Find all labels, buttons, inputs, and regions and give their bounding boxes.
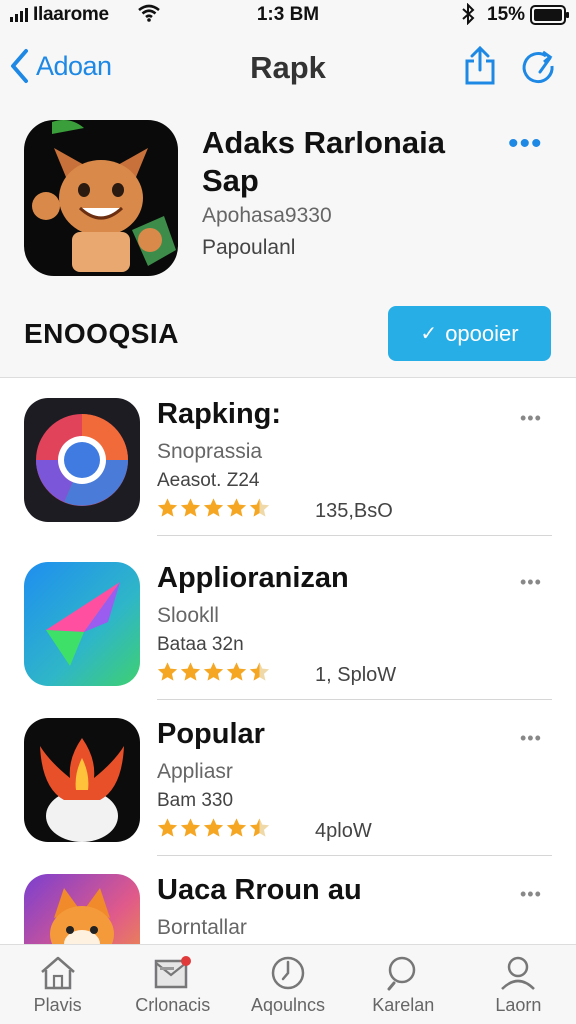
app-icon [24, 398, 140, 522]
clock-icon [271, 956, 305, 990]
more-options-icon[interactable]: ••• [520, 408, 542, 429]
tab-label: Aqoulncs [250, 995, 326, 1015]
tab-label: Karelan [372, 995, 435, 1015]
tab-label: Crlonacis [135, 995, 211, 1015]
featured-app-category: Papoulanl [202, 236, 296, 259]
star-icon [180, 662, 201, 681]
tab-karelan[interactable]: Karelan [346, 945, 461, 1024]
app-subtitle: Snoprassia [157, 440, 263, 463]
star-icon [157, 662, 178, 681]
star-icon [203, 818, 224, 837]
tab-label: Plavis [33, 995, 82, 1015]
more-options-icon[interactable]: ••• [508, 129, 543, 159]
star-icon [157, 818, 178, 837]
battery-icon [530, 5, 569, 25]
featured-app-subtitle: Apohasa9330 [202, 204, 332, 227]
app-detail: Bataa 32n [157, 634, 244, 655]
list-item[interactable]: Applioranizan Slookll Bataa 32n 1, SploW… [0, 544, 576, 700]
more-options-icon[interactable]: ••• [520, 572, 542, 593]
app-name: Uaca Rroun au [157, 874, 362, 906]
tab-crlonacis[interactable]: Crlonacis [115, 945, 230, 1024]
app-detail: Aeasot. Z24 [157, 470, 260, 491]
featured-app-icon[interactable] [24, 120, 178, 276]
star-icon [226, 662, 247, 681]
more-options-icon[interactable]: ••• [520, 728, 542, 749]
app-detail: Bam 330 [157, 790, 234, 811]
app-name: Popular [157, 718, 265, 750]
get-button[interactable]: ✓ opooier [388, 306, 551, 361]
star-icon [203, 662, 224, 681]
mail-icon [154, 956, 191, 989]
tab-laorn[interactable]: Laorn [461, 945, 576, 1024]
star-icon [249, 662, 270, 681]
app-icon [24, 718, 140, 842]
share-icon[interactable] [463, 46, 497, 86]
featured-app-name: Adaks Rarlonaia Sap [202, 125, 445, 198]
app-icon [24, 562, 140, 686]
featured-app-card: Adaks Rarlonaia Sap Apohasa9330 Papoulan… [0, 104, 576, 378]
home-icon [40, 956, 75, 990]
get-button-label: opooier [445, 320, 519, 346]
list-item[interactable]: Popular Appliasr Bam 330 4ploW ••• [0, 700, 576, 856]
star-icon [249, 818, 270, 837]
search-icon [387, 956, 416, 991]
star-icon [157, 498, 178, 517]
status-bar: Ilaarome 1:3 BM 15% [0, 0, 576, 30]
star-icon [180, 498, 201, 517]
app-subtitle: Appliasr [157, 760, 233, 783]
tab-plavis[interactable]: Plavis [0, 945, 115, 1024]
list-item[interactable]: Rapking: Snoprassia Aeasot. Z24 135,BsO … [0, 380, 576, 536]
star-rating [156, 661, 271, 683]
tab-aqoulncs[interactable]: Aqoulncs [230, 945, 345, 1024]
star-icon [180, 818, 201, 837]
rating-count: 4ploW [315, 820, 372, 842]
tab-label: Laorn [495, 995, 542, 1015]
battery-percent: 15% [487, 4, 526, 25]
star-icon [226, 818, 247, 837]
person-icon [501, 956, 536, 990]
check-icon: ✓ [420, 323, 438, 345]
app-name: Rapking: [157, 398, 282, 430]
rating-count: 135,BsO [315, 500, 393, 522]
app-subtitle: Borntallar [157, 916, 247, 939]
rating-count: 1, SploW [315, 664, 397, 686]
refresh-icon[interactable] [520, 50, 556, 86]
tab-bar: Plavis Crlonacis Aqoulncs Karelan Laorn [0, 944, 576, 1024]
star-icon [203, 498, 224, 517]
app-name: Applioranizan [157, 562, 349, 594]
star-rating [156, 497, 271, 519]
star-icon [226, 498, 247, 517]
star-rating [156, 817, 271, 839]
navigation-bar: Adoan Rapk [0, 30, 576, 104]
section-title: ENOOQSIA [24, 318, 179, 349]
bluetooth-icon [462, 3, 475, 25]
app-subtitle: Slookll [157, 604, 219, 627]
divider [157, 535, 552, 536]
more-options-icon[interactable]: ••• [520, 884, 542, 905]
star-icon [249, 498, 270, 517]
